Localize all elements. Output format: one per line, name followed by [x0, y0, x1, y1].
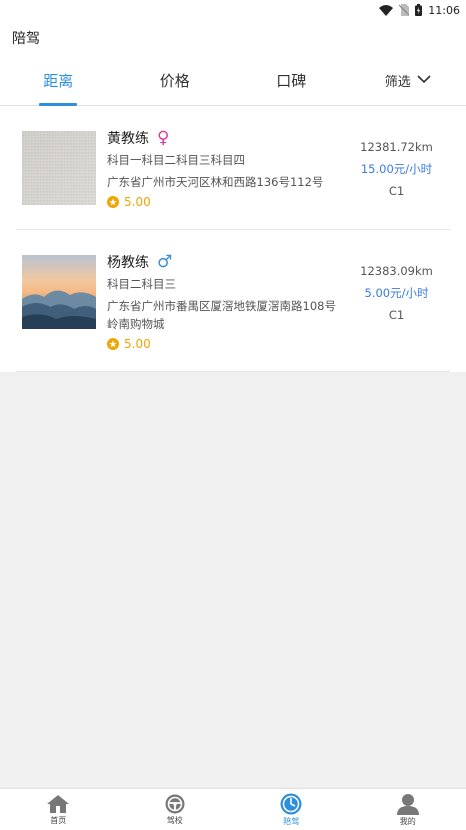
user-icon	[396, 793, 419, 816]
coach-license: C1	[388, 308, 405, 322]
coach-photo	[22, 131, 96, 205]
sort-tabs: 距离 价格 口碑 筛选	[0, 56, 466, 106]
tab-reputation[interactable]: 口碑	[233, 56, 350, 106]
tab-distance[interactable]: 距离	[0, 56, 117, 106]
tab-label: 筛选	[384, 75, 411, 90]
coach-subjects: 科目一科目二科目三科目四	[107, 153, 245, 167]
rating-value: 5.00	[124, 195, 151, 209]
nav-driving-school[interactable]: 驾校	[117, 789, 234, 830]
star-icon	[107, 338, 119, 350]
coach-info: 黄教练 ♀ 科目一科目二科目三科目四 广东省广州市天河区林和西路136号112号…	[107, 128, 343, 209]
coach-price: 15.00元/小时	[360, 162, 433, 176]
nav-home[interactable]: 首页	[0, 789, 117, 830]
coach-rating: 5.00	[107, 195, 343, 209]
coach-rating: 5.00	[107, 337, 343, 351]
bottom-nav: 首页 驾校 陪驾 我的	[0, 788, 466, 830]
nav-profile[interactable]: 我的	[350, 789, 466, 830]
coach-list: 黄教练 ♀ 科目一科目二科目三科目四 广东省广州市天河区林和西路136号112号…	[0, 106, 466, 372]
coach-license: C1	[388, 184, 405, 198]
rating-value: 5.00	[124, 337, 151, 351]
coach-photo	[22, 255, 96, 329]
chevron-down-icon	[417, 73, 431, 88]
no-sim-icon	[399, 4, 410, 16]
wifi-icon	[379, 4, 394, 16]
male-icon: ♂	[157, 251, 173, 272]
coach-subjects: 科目二科目三	[107, 277, 176, 291]
coach-card[interactable]: 黄教练 ♀ 科目一科目二科目三科目四 广东省广州市天河区林和西路136号112号…	[16, 106, 450, 230]
coach-card[interactable]: 杨教练 ♂ 科目二科目三 广东省广州市番禺区厦滘地铁厦滘南路108号岭南购物城 …	[16, 230, 450, 372]
compass-icon	[280, 793, 302, 816]
tab-label: 价格	[159, 72, 190, 90]
tab-label: 距离	[43, 72, 74, 90]
coach-meta: 12383.09km 5.00元/小时 C1	[343, 252, 450, 351]
steering-wheel-icon	[165, 794, 185, 815]
battery-icon	[415, 4, 423, 16]
coach-meta: 12381.72km 15.00元/小时 C1	[343, 128, 450, 209]
nav-accompany-driving[interactable]: 陪驾	[233, 789, 350, 830]
nav-label: 陪驾	[283, 816, 300, 826]
coach-name: 黄教练	[107, 131, 149, 147]
coach-price: 5.00元/小时	[364, 286, 429, 300]
coach-info: 杨教练 ♂ 科目二科目三 广东省广州市番禺区厦滘地铁厦滘南路108号岭南购物城 …	[107, 252, 343, 351]
page-title: 陪驾	[12, 31, 40, 47]
app-header: 陪驾	[0, 20, 466, 56]
tab-price[interactable]: 价格	[117, 56, 234, 106]
tab-label: 口碑	[276, 72, 307, 90]
coach-name: 杨教练	[107, 255, 149, 271]
nav-label: 首页	[50, 815, 67, 825]
star-icon	[107, 196, 119, 208]
coach-distance: 12383.09km	[360, 264, 433, 278]
status-time: 11:06	[428, 3, 460, 17]
coach-distance: 12381.72km	[360, 140, 433, 154]
coach-address: 广东省广州市番禺区厦滘地铁厦滘南路108号岭南购物城	[107, 299, 336, 331]
female-icon: ♀	[157, 127, 170, 148]
coach-address: 广东省广州市天河区林和西路136号112号	[107, 175, 324, 189]
nav-label: 驾校	[166, 815, 183, 825]
status-bar: 11:06	[0, 0, 466, 20]
home-icon	[46, 794, 70, 815]
tab-filter[interactable]: 筛选	[350, 56, 466, 106]
nav-label: 我的	[399, 816, 416, 826]
